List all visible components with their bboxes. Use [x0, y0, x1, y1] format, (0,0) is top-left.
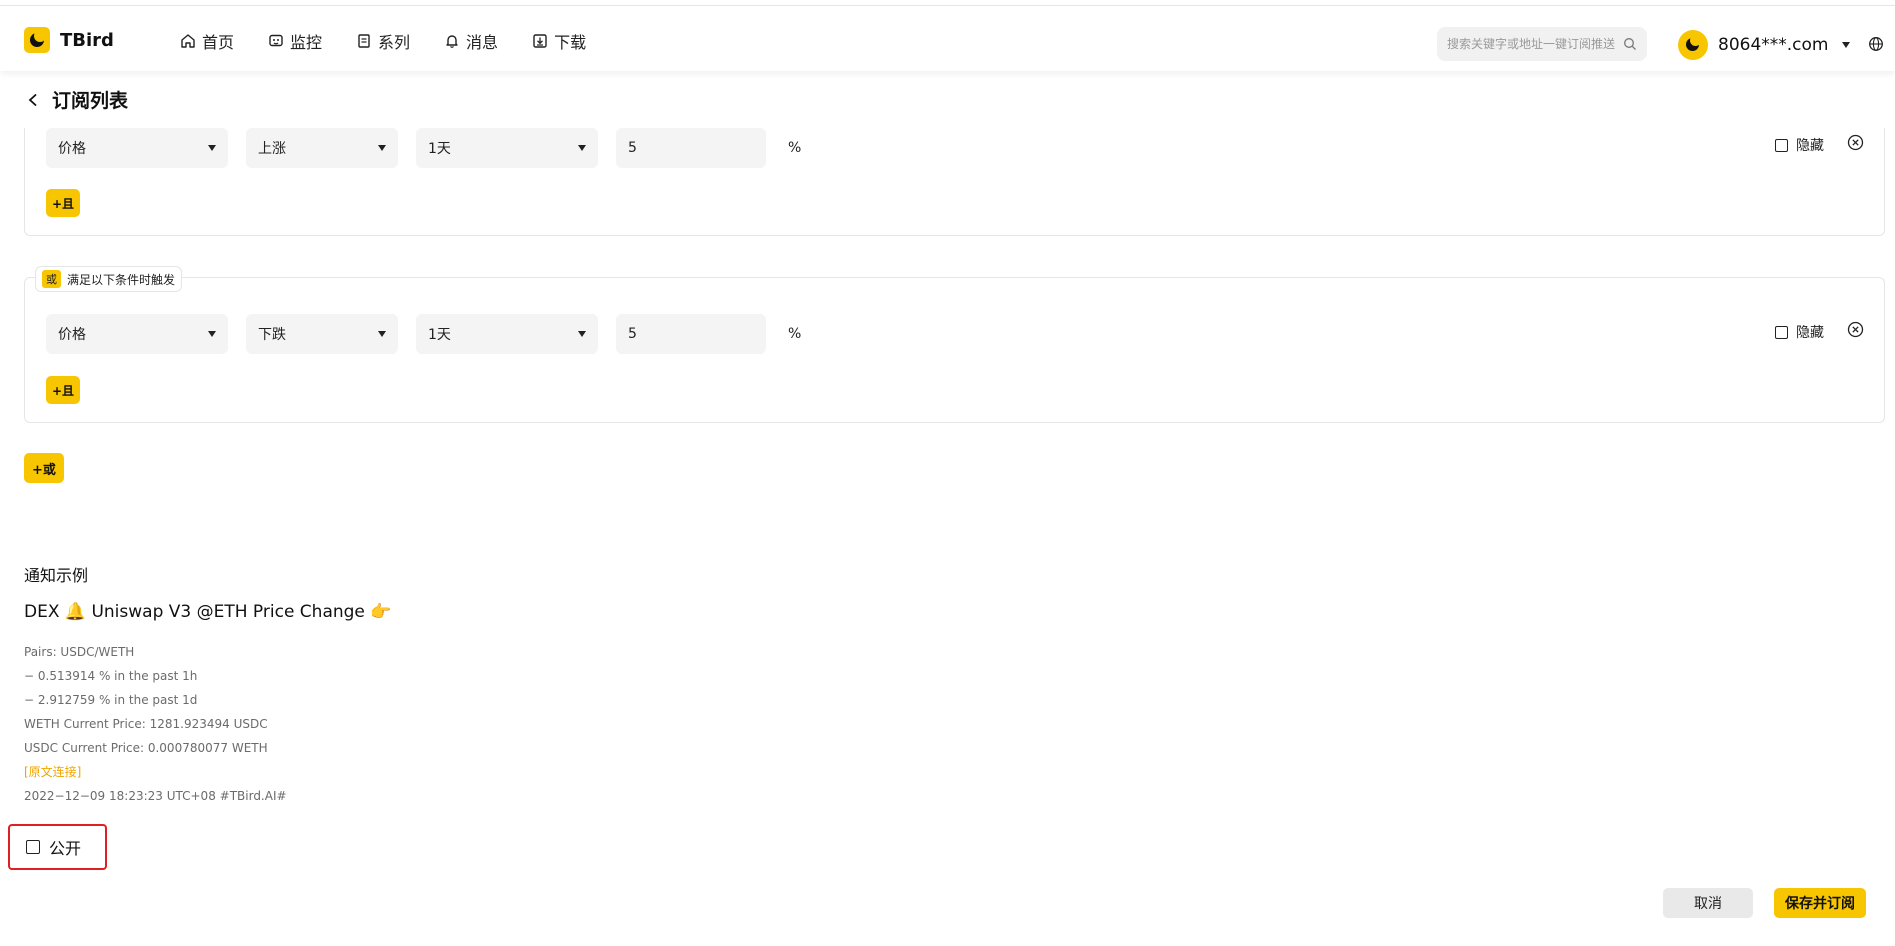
- dropdown-arrow-icon: [378, 331, 386, 337]
- save-subscribe-button[interactable]: 保存并订阅: [1774, 888, 1866, 918]
- search-box: [1437, 27, 1647, 61]
- metric-select-value: 价格: [58, 327, 86, 343]
- nav-item-monitor[interactable]: 监控: [268, 29, 322, 53]
- notice-section-title: 通知示例: [24, 566, 89, 585]
- group-legend: 或 满足以下条件时触发: [35, 266, 183, 292]
- series-icon: [358, 34, 370, 48]
- period-select[interactable]: 1天: [416, 128, 598, 168]
- threshold-input[interactable]: [616, 314, 766, 354]
- nav-item-label: 下载: [554, 33, 587, 52]
- period-select-value: 1天: [428, 141, 451, 157]
- condition-row: 价格 下跌 1天 %: [46, 314, 801, 354]
- home-icon: [181, 34, 195, 48]
- dropdown-arrow-icon: [578, 331, 586, 337]
- cancel-button[interactable]: 取消: [1663, 888, 1753, 918]
- logo[interactable]: TBird: [24, 27, 114, 53]
- top-navbar: TBird 首页 监控 系列 消息 下载 8064***.com: [0, 5, 1895, 71]
- nav-item-label: 监控: [290, 33, 323, 52]
- checkbox-icon: [1775, 138, 1788, 152]
- bell-icon: [446, 35, 458, 48]
- globe-icon[interactable]: [1868, 36, 1884, 52]
- notice-line: Pairs: USDC/WETH: [24, 645, 135, 659]
- metric-select-value: 价格: [58, 141, 86, 157]
- public-checkbox[interactable]: 公开: [26, 835, 81, 859]
- public-label: 公开: [49, 839, 82, 858]
- condition-group: 价格 上涨 1天 % 隐藏 +且: [24, 128, 1885, 236]
- hide-checkbox[interactable]: 隐藏: [1775, 322, 1824, 342]
- notice-headline: DEX 🔔 Uniswap V3 @ETH Price Change 👉: [24, 602, 392, 622]
- checkbox-icon: [26, 840, 40, 854]
- dropdown-arrow-icon: [578, 145, 586, 151]
- main-nav: 首页 监控 系列 消息 下载: [180, 29, 620, 53]
- logo-icon: [24, 27, 50, 53]
- period-select[interactable]: 1天: [416, 314, 598, 354]
- avatar: [1678, 30, 1708, 60]
- notice-line: USDC Current Price: 0.000780077 WETH: [24, 741, 268, 755]
- search-icon[interactable]: [1623, 37, 1637, 51]
- nav-item-home[interactable]: 首页: [180, 29, 234, 53]
- checkbox-icon: [1775, 325, 1788, 339]
- monitor-icon: [269, 34, 283, 47]
- period-select-value: 1天: [428, 327, 451, 343]
- add-and-button[interactable]: +且: [46, 376, 81, 404]
- hide-checkbox[interactable]: 隐藏: [1775, 135, 1824, 155]
- nav-item-messages[interactable]: 消息: [444, 29, 498, 53]
- hide-label: 隐藏: [1796, 138, 1824, 154]
- hide-label: 隐藏: [1796, 325, 1824, 341]
- notice-line: − 2.912759 % in the past 1d: [24, 693, 198, 707]
- nav-item-label: 消息: [466, 33, 499, 52]
- or-tag: 或: [42, 270, 61, 288]
- dropdown-arrow-icon: [208, 331, 216, 337]
- remove-condition-icon[interactable]: [1847, 321, 1864, 338]
- direction-select-value: 下跌: [258, 327, 286, 343]
- threshold-input[interactable]: [616, 128, 766, 168]
- unit-label: %: [788, 326, 802, 342]
- page-header: 订阅列表: [26, 86, 128, 113]
- nav-item-label: 系列: [378, 33, 411, 52]
- chevron-down-icon: [1842, 42, 1851, 48]
- unit-label: %: [788, 140, 802, 156]
- download-icon: [533, 34, 547, 48]
- remove-condition-icon[interactable]: [1847, 134, 1864, 151]
- add-and-button[interactable]: +且: [46, 189, 81, 217]
- page-title: 订阅列表: [52, 90, 129, 112]
- metric-select[interactable]: 价格: [46, 128, 228, 168]
- search-input[interactable]: [1447, 37, 1623, 51]
- condition-group: 或 满足以下条件时触发 价格 下跌 1天 % 隐藏 +且: [24, 266, 1885, 423]
- source-link[interactable]: [原文连接]: [24, 760, 287, 784]
- direction-select[interactable]: 上涨: [246, 128, 398, 168]
- logo-text: TBird: [60, 29, 114, 51]
- condition-row: 价格 上涨 1天 %: [46, 128, 801, 168]
- user-menu[interactable]: 8064***.com: [1678, 30, 1851, 60]
- nav-item-series[interactable]: 系列: [356, 29, 410, 53]
- nav-item-download[interactable]: 下载: [532, 29, 586, 53]
- metric-select[interactable]: 价格: [46, 314, 228, 354]
- legend-text: 满足以下条件时触发: [67, 272, 176, 287]
- notice-line: WETH Current Price: 1281.923494 USDC: [24, 717, 268, 731]
- notice-line: − 0.513914 % in the past 1h: [24, 669, 198, 683]
- nav-item-label: 首页: [202, 33, 235, 52]
- direction-select[interactable]: 下跌: [246, 314, 398, 354]
- direction-select-value: 上涨: [258, 141, 286, 157]
- back-icon[interactable]: [26, 93, 40, 107]
- add-or-button[interactable]: +或: [24, 453, 64, 483]
- user-name: 8064***.com: [1718, 35, 1829, 55]
- dropdown-arrow-icon: [208, 145, 216, 151]
- notice-body: Pairs: USDC/WETH − 0.513914 % in the pas…: [24, 640, 287, 808]
- dropdown-arrow-icon: [378, 145, 386, 151]
- notice-footer: 2022−12−09 18:23:23 UTC+08 #TBird.AI#: [24, 789, 287, 803]
